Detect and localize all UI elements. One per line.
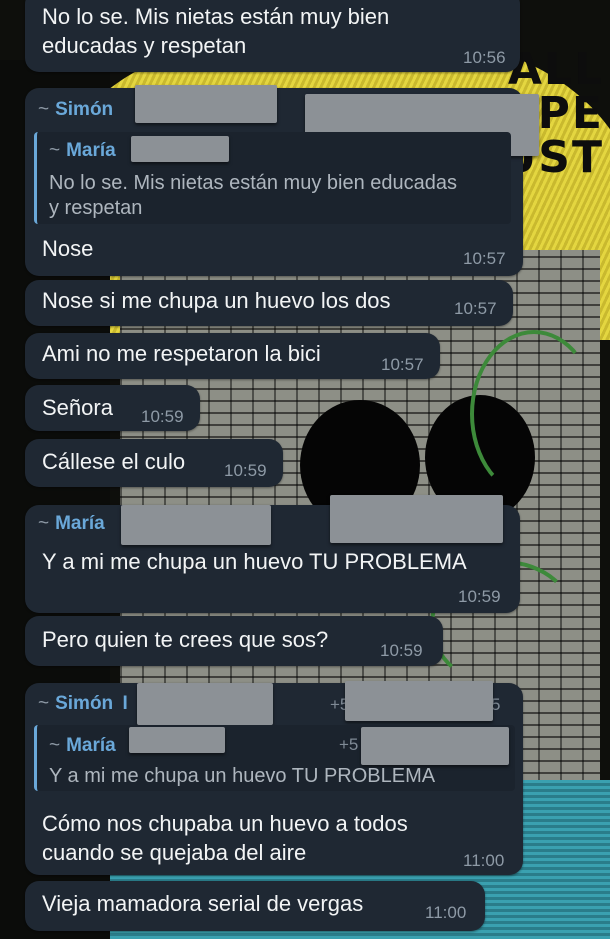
sender-name[interactable]: ~ Simón I [38, 693, 128, 715]
message-bubble[interactable]: Nose si me chupa un huevo los dos 10:57 [25, 280, 513, 326]
message-text: Vieja mamadora serial de vergas [42, 891, 364, 916]
message-bubble[interactable]: ~ María Y a mi me chupa un huevo TU PROBL… [25, 495, 520, 613]
message-bubble[interactable]: Cállese el culo 10:59 [25, 439, 283, 487]
redaction-box [137, 683, 273, 725]
message-text: Ami no me respetaron la bici [42, 341, 321, 366]
message-text: Y a mi me chupa un huevo TU PROBLEMA [42, 549, 467, 574]
message-bubble[interactable]: Vieja mamadora serial de vergas 11:00 [25, 881, 485, 931]
message-time: 10:59 [458, 587, 501, 606]
message-bubble[interactable]: ~ Simón I +5 5 ~ María +5 Y a mi me chupa … [25, 681, 523, 875]
message-time: 10:57 [454, 299, 497, 318]
message-text: educadas y respetan [42, 33, 247, 58]
sender-name[interactable]: ~ Simón [38, 99, 113, 121]
message-text: Cállese el culo [42, 449, 186, 474]
message-text: cuando se quejaba del aire [42, 840, 307, 865]
message-time: 10:57 [463, 249, 506, 268]
message-time: 10:57 [381, 355, 424, 374]
message-text: No lo se. Mis nietas están muy bien [42, 4, 390, 29]
message-time: 11:00 [425, 903, 467, 922]
redaction-box [129, 727, 225, 753]
message-bubble[interactable]: Pero quien te crees que sos? 10:59 [25, 616, 443, 666]
reply-quote[interactable]: ~ María +5 Y a mi me chupa un huevo TU PR… [34, 725, 515, 791]
redaction-box [361, 727, 509, 765]
quote-text: y respetan [49, 197, 143, 219]
message-text: Cómo nos chupaba un huevo a todos [42, 811, 408, 836]
quote-sender-name: ~ María [49, 735, 116, 756]
message-text: Nose [42, 236, 94, 261]
message-bubble[interactable]: Señora 10:59 [25, 385, 200, 431]
redaction-box [131, 136, 229, 162]
quote-text: No lo se. Mis nietas están muy bien educ… [49, 172, 457, 194]
message-bubble[interactable]: Ami no me respetaron la bici 10:57 [25, 333, 440, 379]
reply-quote[interactable]: ~ María No lo se. Mis nietas están muy bi… [34, 132, 511, 224]
message-time: 10:59 [380, 641, 423, 660]
message-bubble[interactable]: No lo se. Mis nietas están muy bien educ… [25, 0, 520, 72]
wallpaper-vine [470, 330, 598, 498]
redaction-box [345, 681, 493, 721]
message-time: 11:00 [463, 851, 505, 870]
sender-name[interactable]: ~ María [38, 513, 105, 535]
message-bubble[interactable]: ~ Simón ~ María No lo se. Mis nietas están… [25, 85, 539, 276]
quote-text: Y a mi me chupa un huevo TU PROBLEMA [49, 765, 436, 787]
redaction-box [121, 505, 271, 545]
message-text: Nose si me chupa un huevo los dos [42, 288, 391, 313]
message-time: 10:59 [224, 461, 267, 480]
quote-phone: +5 [339, 735, 359, 754]
message-text: Pero quien te crees que sos? [42, 627, 329, 652]
message-text: Señora [42, 395, 113, 420]
redaction-box [330, 495, 503, 543]
redaction-box [135, 85, 277, 123]
message-time: 10:59 [141, 407, 184, 426]
message-time: 10:56 [463, 48, 506, 67]
quote-sender-name: ~ María [49, 140, 116, 161]
